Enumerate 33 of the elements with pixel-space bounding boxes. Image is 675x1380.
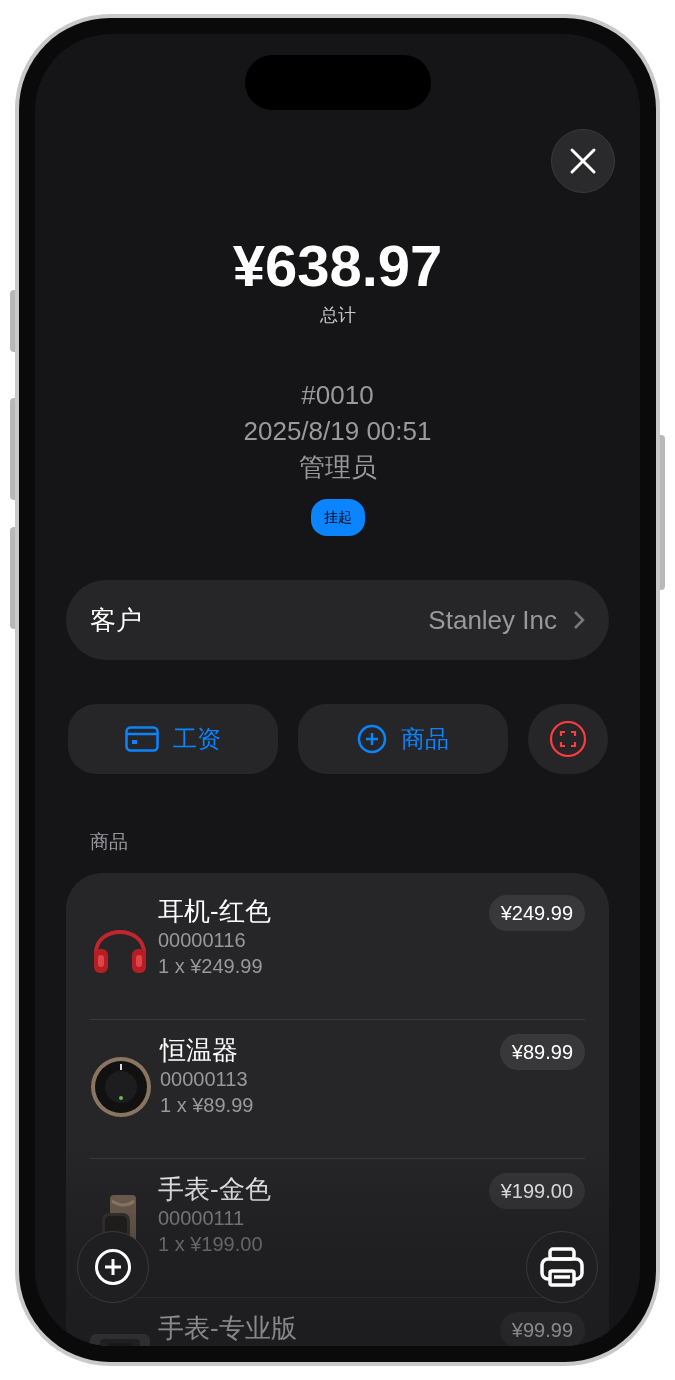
item-code: 00000111 <box>158 1205 245 1231</box>
credit-card-icon <box>124 726 159 752</box>
item-price: ¥99.99 <box>499 1311 585 1346</box>
close-icon <box>569 147 597 175</box>
action-button[interactable]: 商品 <box>297 704 508 774</box>
item-quantity: 1 x ¥249.99 <box>158 953 264 979</box>
customer-label: 客户 <box>90 603 142 637</box>
item-name: 手表-专业版 <box>158 1311 297 1344</box>
item-name: 恒温器 <box>160 1033 239 1066</box>
plus-circle-icon <box>356 724 387 754</box>
chevron-right-icon <box>573 610 585 630</box>
item-price: ¥249.99 <box>488 894 585 931</box>
customer-row[interactable]: 客户 Stanley Inc <box>66 580 609 660</box>
item-price: ¥199.00 <box>488 1172 585 1209</box>
printer-icon <box>540 1247 584 1287</box>
plus-circle-icon <box>94 1248 132 1286</box>
total-amount: ¥638.97 <box>232 233 443 299</box>
order-number: #0010 <box>301 379 374 412</box>
operator-name: 管理员 <box>298 451 377 484</box>
section-title: 商品 <box>90 831 128 852</box>
total-label: 总计 <box>319 304 356 327</box>
scan-icon <box>548 720 587 758</box>
item-name: 手表-金色 <box>158 1172 271 1205</box>
item-code: 00000116 <box>158 927 247 953</box>
item-quantity: 1 x ¥89.99 <box>160 1092 254 1118</box>
action-button[interactable]: 工资 <box>67 704 278 774</box>
order-datetime: 2025/8/19 00:51 <box>243 415 432 448</box>
item-quantity: 1 x ¥199.00 <box>158 1231 264 1257</box>
item-code: 00000113 <box>160 1066 249 1092</box>
status-badge: 挂起 <box>310 499 365 536</box>
item-name: 耳机-红色 <box>158 894 271 927</box>
customer-name: Stanley Inc <box>428 603 557 637</box>
item-price: ¥89.99 <box>499 1033 585 1070</box>
